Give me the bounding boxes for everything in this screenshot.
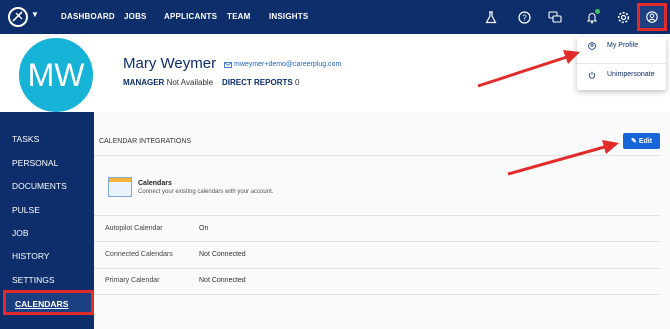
arrow-to-profile — [477, 50, 580, 88]
annotation-arrows — [477, 50, 619, 176]
arrow-to-edit — [507, 140, 619, 176]
